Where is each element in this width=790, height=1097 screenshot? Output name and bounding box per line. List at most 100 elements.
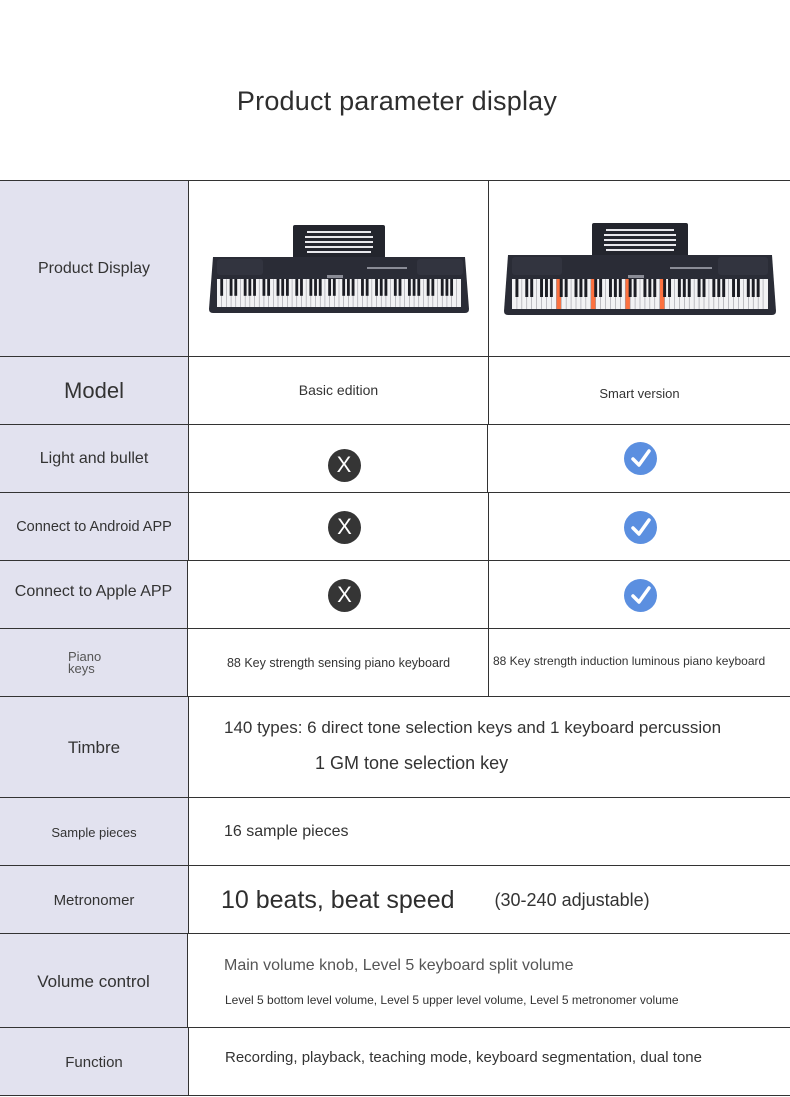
timbre-value-cell: 140 types: 6 direct tone selection keys …	[189, 697, 790, 798]
basic-model-name: Basic edition	[298, 382, 379, 398]
black-key	[252, 279, 256, 296]
row-function: Function Recording, playback, teaching m…	[0, 1027, 790, 1096]
piano-keyboard-luminous-image	[503, 223, 776, 315]
label-text: Connect to Android APP	[16, 519, 172, 535]
row-label: Product Display	[0, 181, 189, 357]
volume-line2: Level 5 bottom level volume, Level 5 upp…	[225, 993, 679, 1007]
black-key	[398, 279, 401, 296]
smart-android-cell	[489, 493, 790, 561]
black-key	[716, 279, 720, 297]
smart-model-name: Smart version	[599, 385, 680, 401]
row-label: Piano keys	[0, 629, 188, 697]
black-key	[746, 279, 750, 297]
table-bottom-border	[0, 1095, 790, 1096]
label-text: Light and bullet	[39, 450, 149, 467]
black-key	[346, 279, 350, 296]
black-key	[313, 279, 317, 296]
piano-keyboard-image	[208, 225, 469, 313]
black-key	[229, 279, 232, 296]
black-key	[393, 279, 397, 296]
black-key	[430, 279, 434, 296]
black-key	[332, 279, 336, 296]
check-circle-icon	[624, 510, 657, 544]
black-key	[412, 279, 415, 296]
black-key	[262, 279, 265, 296]
black-key	[285, 279, 289, 296]
black-key	[529, 279, 533, 297]
black-key	[756, 279, 760, 297]
function-value-cell: Recording, playback, teaching mode, keyb…	[189, 1028, 790, 1096]
black-key	[426, 279, 430, 296]
black-key	[682, 279, 686, 297]
row-volume-control: Volume control Main volume knob, Level 5…	[0, 933, 790, 1028]
black-key	[731, 279, 735, 297]
black-key	[440, 279, 444, 296]
row-label: Function	[0, 1028, 189, 1096]
timbre-line2: 1 GM tone selection key	[315, 753, 509, 773]
black-key	[593, 279, 597, 297]
black-key	[598, 279, 602, 297]
label-text: Metronomer	[53, 891, 135, 909]
black-key	[247, 279, 251, 296]
black-key	[374, 279, 378, 296]
label-text: Function	[65, 1053, 123, 1071]
smart-product-image-cell	[489, 181, 790, 357]
smart-piano-keys-cell: 88 Key strength induction luminous piano…	[489, 629, 790, 697]
black-key	[751, 279, 755, 297]
cross-circle-icon: X	[328, 578, 361, 612]
black-key	[618, 279, 622, 297]
cross-circle-icon: X	[327, 448, 361, 482]
row-model: Model Basic edition Smart version	[0, 356, 790, 425]
black-key	[652, 279, 656, 297]
black-key	[327, 279, 331, 296]
label-text: Product Display	[37, 260, 151, 277]
volume-line1: Main volume knob, Level 5 keyboard split…	[224, 957, 574, 974]
black-key	[280, 279, 284, 296]
black-key	[308, 279, 312, 296]
smart-piano-keys-value: 88 Key strength induction luminous piano…	[493, 654, 766, 668]
black-key	[539, 279, 543, 297]
label-text: Volume control	[37, 972, 150, 991]
black-key	[628, 279, 632, 297]
black-key	[564, 279, 568, 297]
black-key	[702, 279, 705, 297]
black-key	[384, 279, 387, 296]
label-text: Sample pieces	[51, 824, 137, 840]
row-sample-pieces: Sample pieces 16 sample pieces	[0, 797, 790, 866]
black-key	[514, 279, 518, 297]
black-key	[647, 279, 651, 297]
black-key	[524, 279, 528, 297]
black-key	[416, 279, 420, 296]
black-key	[633, 279, 637, 297]
black-key	[687, 279, 691, 297]
cross-symbol: X	[337, 582, 352, 607]
smart-model-cell: Smart version	[489, 357, 790, 425]
basic-piano-keys-cell: 88 Key strength sensing piano keyboard	[189, 629, 489, 697]
label-text: Timbre	[67, 737, 121, 757]
black-key	[445, 279, 448, 296]
black-key	[351, 279, 354, 296]
basic-light-bullet-cell: X	[189, 425, 488, 493]
black-key	[449, 279, 453, 296]
page-title: Product parameter display	[236, 86, 558, 116]
black-key	[549, 279, 553, 297]
row-timbre: Timbre 140 types: 6 direct tone selectio…	[0, 696, 790, 798]
row-light-bullet: Light and bullet X	[0, 424, 790, 493]
row-label: Sample pieces	[0, 798, 189, 866]
black-key	[294, 279, 298, 296]
row-label: Connect to Apple APP	[0, 561, 188, 629]
black-key	[613, 279, 617, 297]
check-circle-icon	[624, 441, 657, 475]
basic-android-cell: X	[189, 493, 489, 561]
black-key	[318, 279, 322, 296]
black-key	[266, 279, 270, 296]
black-key	[219, 279, 223, 296]
row-label: Model	[0, 357, 189, 425]
row-label: Metronomer	[0, 866, 189, 934]
black-key	[574, 279, 577, 297]
row-label: Light and bullet	[0, 425, 189, 493]
metronome-value-cell: 10 beats, beat speed (30-240 adjustable)	[189, 866, 790, 934]
black-key	[243, 279, 247, 296]
black-key	[583, 279, 587, 297]
basic-apple-cell: X	[189, 561, 489, 629]
